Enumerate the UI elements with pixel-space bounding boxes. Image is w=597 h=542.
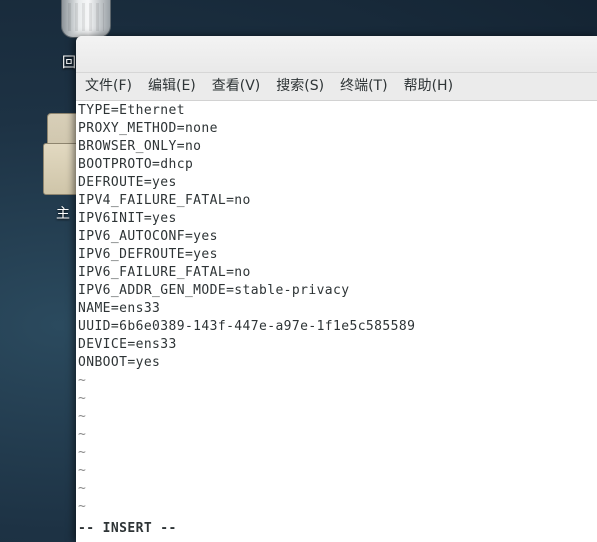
empty-line-marker: ~	[78, 463, 87, 478]
file-line: ONBOOT=yes	[78, 355, 161, 370]
empty-line-marker: ~	[78, 499, 87, 514]
empty-line-marker: ~	[78, 409, 87, 424]
empty-line-marker: ~	[78, 373, 87, 388]
file-line: BROWSER_ONLY=no	[78, 139, 202, 154]
trash-label[interactable]: 回	[62, 52, 76, 72]
file-line: TYPE=Ethernet	[78, 103, 185, 118]
file-line: IPV6_ADDR_GEN_MODE=stable-privacy	[78, 283, 350, 298]
terminal-window: 文件(F) 编辑(E) 查看(V) 搜索(S) 终端(T) 帮助(H) TYPE…	[76, 36, 597, 542]
file-line: IPV6_DEFROUTE=yes	[78, 247, 218, 262]
empty-line-marker: ~	[78, 445, 87, 460]
empty-line-marker: ~	[78, 427, 87, 442]
vim-mode-status: -- INSERT --	[78, 521, 177, 536]
file-line: IPV6_AUTOCONF=yes	[78, 229, 218, 244]
file-line: DEVICE=ens33	[78, 337, 177, 352]
file-line: IPV4_FAILURE_FATAL=no	[78, 193, 251, 208]
menu-help[interactable]: 帮助(H)	[396, 73, 461, 100]
file-line: IPV6INIT=yes	[78, 211, 177, 226]
window-titlebar[interactable]	[76, 36, 597, 73]
menu-edit[interactable]: 编辑(E)	[140, 73, 204, 100]
trash-icon[interactable]	[58, 0, 112, 40]
menu-bar: 文件(F) 编辑(E) 查看(V) 搜索(S) 终端(T) 帮助(H)	[76, 73, 597, 101]
empty-line-marker: ~	[78, 391, 87, 406]
home-folder-label[interactable]: 主	[56, 203, 70, 223]
file-line: UUID=6b6e0389-143f-447e-a97e-1f1e5c58558…	[78, 319, 416, 334]
empty-line-marker: ~	[78, 481, 87, 496]
menu-search[interactable]: 搜索(S)	[268, 73, 332, 100]
file-line: IPV6_FAILURE_FATAL=no	[78, 265, 251, 280]
file-line: NAME=ens33	[78, 301, 161, 316]
trash-bin-graphic	[61, 0, 111, 38]
menu-view[interactable]: 查看(V)	[204, 73, 269, 100]
menu-terminal[interactable]: 终端(T)	[332, 73, 395, 100]
menu-file[interactable]: 文件(F)	[76, 73, 140, 100]
file-line: DEFROUTE=yes	[78, 175, 177, 190]
file-line: BOOTPROTO=dhcp	[78, 157, 194, 172]
file-line: PROXY_METHOD=none	[78, 121, 218, 136]
terminal-content[interactable]: TYPE=Ethernet PROXY_METHOD=none BROWSER_ON…	[76, 101, 597, 542]
